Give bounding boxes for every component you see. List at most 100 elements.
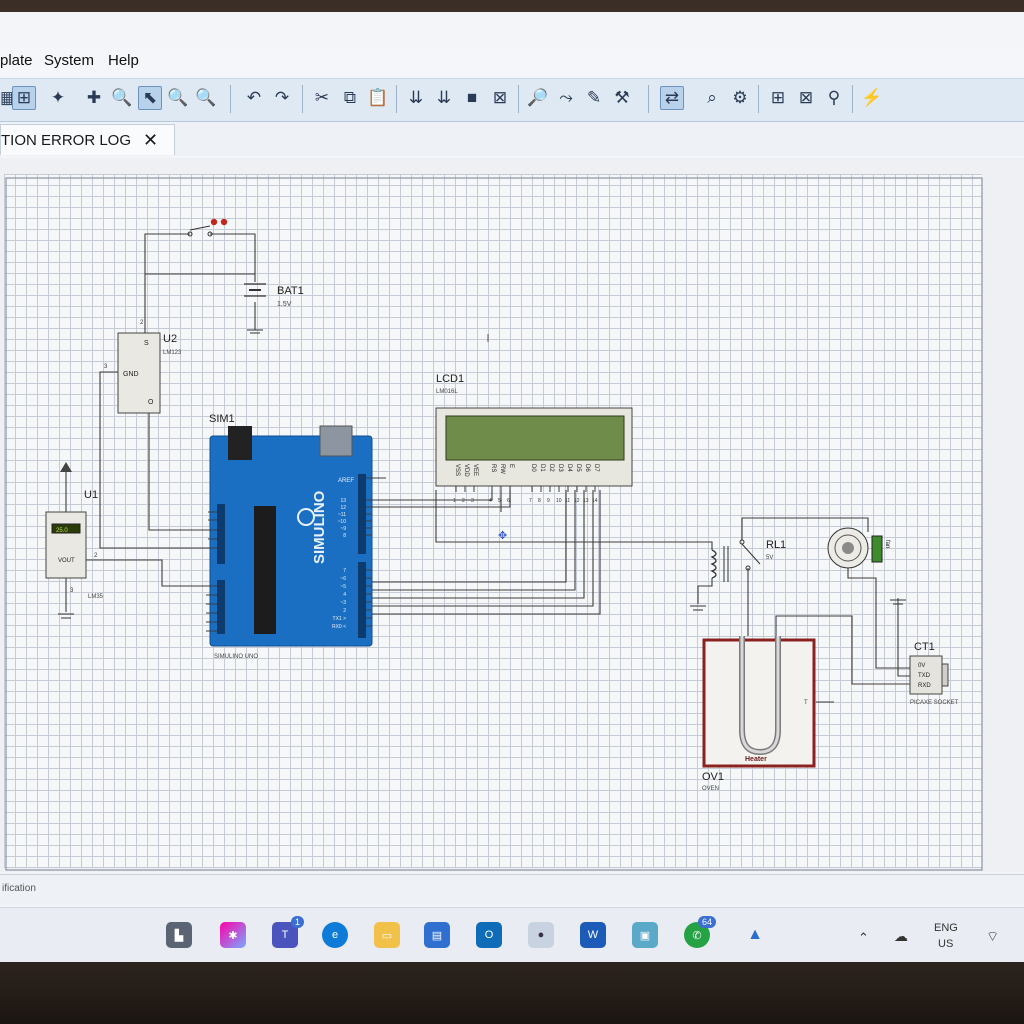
arduino-pin-label: ~5 <box>340 584 346 590</box>
sheet-border <box>5 177 983 871</box>
lcd-pin-number: 10 <box>556 498 562 504</box>
cloud-icon[interactable]: ☁ <box>894 928 908 945</box>
lcd-pin-number: 13 <box>583 498 589 504</box>
app-icon[interactable]: ▣ <box>632 922 658 948</box>
lcd-pin-label: D3 <box>557 464 563 472</box>
block-rotate-icon[interactable]: ■ <box>460 86 484 110</box>
oven-value: OVEN <box>702 786 719 792</box>
lcd-pin-number: 8 <box>538 498 541 504</box>
file-explorer-icon[interactable]: ▭ <box>374 922 400 948</box>
regulator-pin-gnd: GND <box>123 371 139 378</box>
decompose-icon[interactable]: ⚒ <box>610 86 634 110</box>
language-code[interactable]: ENG <box>934 922 958 934</box>
whatsapp-badge: 64 <box>697 916 716 928</box>
arduino-sim1[interactable]: SIM1 SIMULINO AREF 1312~11~10~98 7 ~6 ~5 4 ~3… <box>209 413 373 660</box>
toolbar-separator <box>230 85 231 113</box>
make-device-icon[interactable]: ⤳ <box>554 86 578 110</box>
relay-rl1[interactable]: RL1 5V <box>690 539 786 611</box>
block-copy-icon[interactable]: ⇊ <box>404 86 428 110</box>
lcd-lcd1[interactable]: LCD1 LM016L VSS 1 VDD 2 VEE 3 RS 4 RW 5 E 6 D0 7 D1 8 D2… <box>435 373 633 504</box>
cut-icon[interactable]: ✂ <box>310 86 334 110</box>
oven-t-label: T <box>804 700 808 706</box>
sensor-pin-number: 3 <box>70 588 74 594</box>
toolbar-separator <box>852 85 853 113</box>
menu-system[interactable]: System <box>44 52 94 69</box>
pan-icon[interactable]: ✚ <box>82 86 106 110</box>
battery-bat1[interactable]: BAT1 1.5V <box>244 283 304 334</box>
undo-icon[interactable]: ↶ <box>242 86 266 110</box>
copy-icon[interactable]: ⧉ <box>338 86 362 110</box>
arduino-pin-label: ~3 <box>340 600 346 606</box>
menu-help[interactable]: Help <box>108 52 139 69</box>
lcd-pin-label: VDD <box>463 464 469 477</box>
arduino-pin-label: 2 <box>343 608 346 614</box>
package-icon[interactable]: ✎ <box>582 86 606 110</box>
store-icon[interactable]: ▤ <box>424 922 450 948</box>
sensor-u1[interactable]: 25.0 VOUT 2 3 U1 LM35 <box>45 462 104 619</box>
block-move-icon[interactable]: ⇊ <box>432 86 456 110</box>
weather-icon[interactable]: ▲ <box>742 922 768 948</box>
lcd-pin-label: D0 <box>530 464 536 472</box>
lcd-pin-label: D4 <box>566 464 572 472</box>
block-delete-icon[interactable]: ⊠ <box>488 86 512 110</box>
sensor-pin-vout: VOUT <box>58 558 75 564</box>
oven-ov1[interactable]: Heater T OV1 OVEN <box>702 636 816 792</box>
close-icon[interactable]: ✕ <box>143 130 158 151</box>
schematic-canvas[interactable]: BAT1 1.5V S GND O 2 3 U2 LM123 25.0 VOUT… <box>0 158 1024 872</box>
relay-value: 5V <box>766 555 773 561</box>
arduino-pin-label: 13 <box>340 498 346 504</box>
tab-label: TION ERROR LOG <box>1 131 132 149</box>
wifi-icon[interactable]: ⌔ <box>986 928 999 946</box>
arduino-pin-label: RX0 < <box>332 624 346 630</box>
lcd-pin-number: 7 <box>529 498 532 504</box>
edge-icon[interactable]: e <box>322 922 348 948</box>
lcd-display <box>445 415 625 461</box>
lcd-pin-number: 2 <box>462 498 465 504</box>
widgets-icon[interactable]: ▙ <box>166 922 192 948</box>
tab-simulation-error-log[interactable]: TION ERROR LOG ✕ <box>0 124 176 155</box>
arduino-pin-label: ~6 <box>340 576 346 582</box>
origin-icon[interactable]: ✦ <box>46 86 70 110</box>
arduino-pin-label: TX1 > <box>333 616 347 622</box>
arduino-pin-label: 7 <box>343 568 346 574</box>
netlist-icon[interactable]: ⚲ <box>822 86 846 110</box>
paste-icon[interactable]: 📋 <box>366 86 390 110</box>
pick-device-icon[interactable]: 🔎 <box>526 86 550 110</box>
grid-icon[interactable]: ⊞ <box>12 86 36 110</box>
whatsapp-icon[interactable]: ✆ 64 <box>684 916 716 948</box>
copilot-icon[interactable]: ✱ <box>220 922 246 948</box>
property-tool-icon[interactable]: ⚙ <box>728 86 752 110</box>
zoom-in-icon[interactable]: 🔍 <box>110 86 134 110</box>
teams-badge: 1 <box>290 916 304 928</box>
lcd-pin-label: RS <box>490 464 496 472</box>
word-icon[interactable]: W <box>580 922 606 948</box>
battery-value: 1.5V <box>277 301 292 308</box>
zoom-select-icon[interactable]: ⬉ <box>138 86 162 110</box>
menu-template[interactable]: plate <box>0 52 33 69</box>
zoom-out-icon[interactable]: 🔍 <box>166 86 190 110</box>
lcd-pin-number: 6 <box>507 498 510 504</box>
bom-icon[interactable]: ⚡ <box>860 86 884 110</box>
fan-motor[interactable]: fan <box>827 527 890 569</box>
regulator-pin-number: 3 <box>104 364 108 370</box>
zoom-fit-icon[interactable]: 🔍 <box>194 86 218 110</box>
picaxe-socket-ct1[interactable]: CT1 0V TXD RXD PICAXE SOCKET <box>909 641 959 706</box>
redo-icon[interactable]: ↷ <box>270 86 294 110</box>
search-tag-icon[interactable]: ⌕ <box>700 86 724 110</box>
push-switch[interactable] <box>187 218 228 237</box>
teams-icon[interactable]: T1 <box>272 916 304 948</box>
monitor-bezel <box>0 962 1024 1024</box>
proteus-icon[interactable]: ● <box>528 922 554 948</box>
regulator-u2[interactable]: S GND O 2 3 U2 LM123 <box>104 320 182 414</box>
remove-sheet-icon[interactable]: ⊠ <box>794 86 818 110</box>
ct-pin-rxd: RXD <box>918 683 931 689</box>
outlook-icon[interactable]: O <box>476 922 502 948</box>
ct-ref: CT1 <box>914 641 935 653</box>
new-sheet-icon[interactable]: ⊞ <box>766 86 790 110</box>
chevron-up-icon[interactable]: ⌃ <box>858 930 869 946</box>
lcd-pin-number: 9 <box>547 498 550 504</box>
windows-taskbar: ▙ ✱ T1 e ▭ ▤ O ● W ▣ ✆ 64 ▲ ⌃ ☁ ENG US ⌔ <box>0 907 1024 962</box>
screen: plate System Help ▦ ⊞ ✦ ✚ 🔍 ⬉ 🔍 🔍 ↶ ↷ ✂ … <box>0 12 1024 962</box>
region-code[interactable]: US <box>938 938 953 950</box>
wire-autorouter-icon[interactable]: ⇄ <box>660 86 684 110</box>
